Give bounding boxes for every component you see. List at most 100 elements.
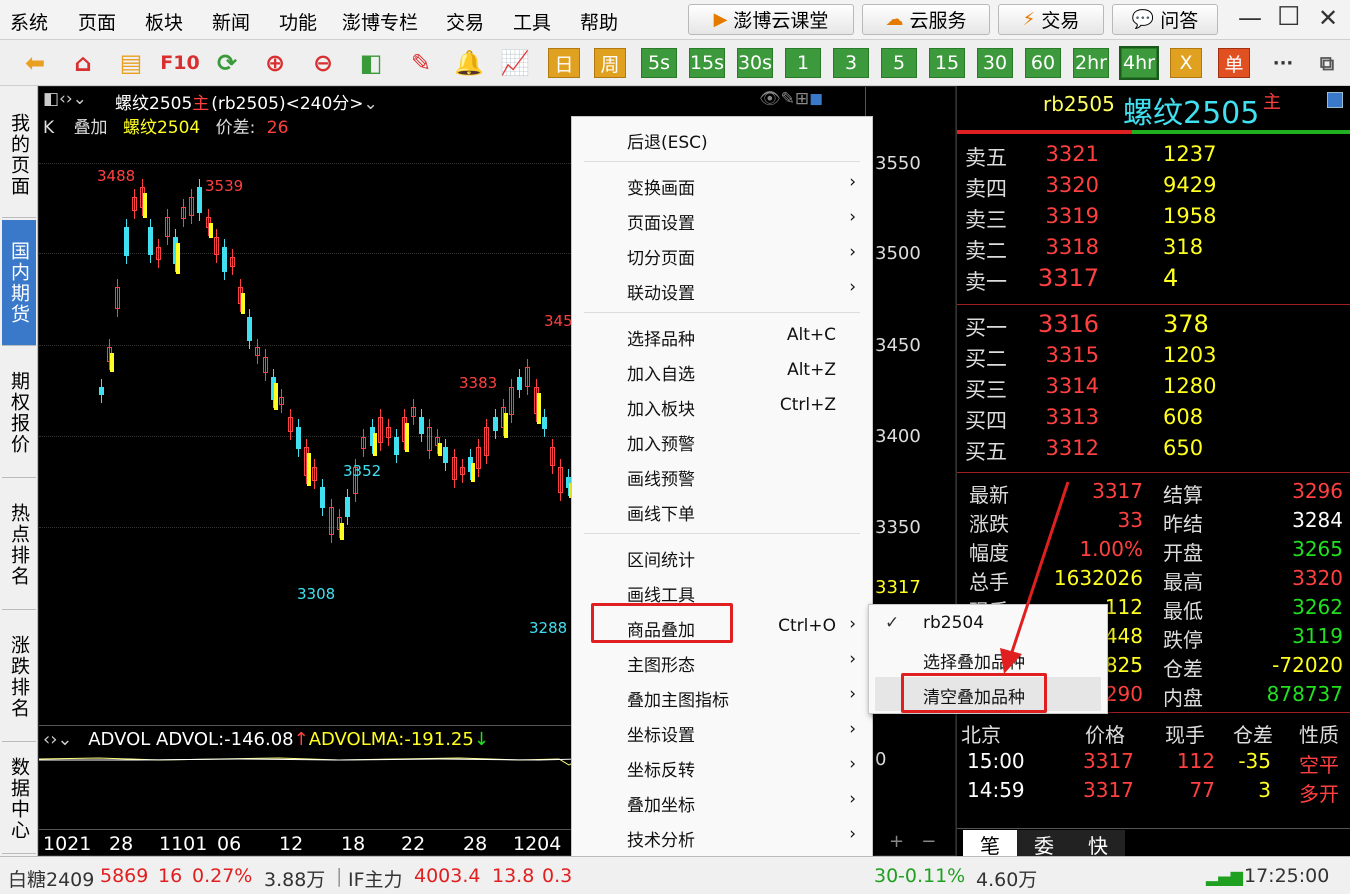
pen-icon[interactable]: ✎ xyxy=(404,48,438,78)
maximize-icon[interactable]: ☐ xyxy=(1277,2,1300,32)
menu-function[interactable]: 功能 xyxy=(279,8,317,35)
book-price[interactable]: 3315 xyxy=(1019,343,1099,367)
book-price[interactable]: 3316 xyxy=(1019,310,1099,338)
trend-icon[interactable]: 📈 xyxy=(498,48,532,78)
menu-system[interactable]: 系统 xyxy=(10,8,48,35)
ctx-menu-item[interactable]: 画线下单 xyxy=(572,493,872,528)
menu-trade[interactable]: 交易 xyxy=(446,8,484,35)
ctx-menu-item[interactable]: 坐标反转 › xyxy=(572,749,872,784)
book-price[interactable]: 3319 xyxy=(1019,204,1099,228)
x-button[interactable]: X xyxy=(1170,48,1202,78)
tab-fast[interactable]: 快 xyxy=(1071,830,1125,858)
notes-icon[interactable]: ▤ xyxy=(114,48,148,78)
book-price[interactable]: 3314 xyxy=(1019,374,1099,398)
window-switch-icon[interactable]: ⧉ xyxy=(1310,48,1344,78)
order-button[interactable]: 单 xyxy=(1218,48,1250,78)
candlestick xyxy=(517,377,523,390)
interval-1[interactable]: 1 xyxy=(785,48,821,78)
panel-toggle-icon[interactable] xyxy=(1327,92,1343,108)
book-price[interactable]: 3318 xyxy=(1019,235,1099,259)
ctx-menu-item[interactable]: 主图形态 › xyxy=(572,644,872,679)
day-period-button[interactable]: 日 xyxy=(548,48,580,78)
book-price[interactable]: 3320 xyxy=(1019,173,1099,197)
ticker-name[interactable]: IF主力 xyxy=(348,865,403,892)
book-price[interactable]: 3312 xyxy=(1019,436,1099,460)
cloud-service-button[interactable]: ☁ 云服务 xyxy=(862,4,990,35)
ctx-menu-item[interactable]: 画线预警 xyxy=(572,458,872,493)
ctx-menu-item[interactable]: 区间统计 xyxy=(572,539,872,574)
sidebar-tab-my-page[interactable]: 我的页面 xyxy=(2,92,36,218)
menu-column[interactable]: 澎博专栏 xyxy=(342,8,418,35)
menu-tools[interactable]: 工具 xyxy=(513,8,551,35)
xaxis-tick: 06 xyxy=(217,833,242,855)
ctx-menu-item[interactable]: 加入自选 Alt+Z xyxy=(572,353,872,388)
ctx-menu-item[interactable]: 技术分析 › xyxy=(572,819,872,854)
week-period-button[interactable]: 周 xyxy=(594,48,626,78)
interval-2hr[interactable]: 2hr xyxy=(1073,48,1109,78)
more-icon[interactable]: ··· xyxy=(1266,48,1300,78)
tab-trades[interactable]: 笔 xyxy=(963,830,1017,858)
tick-oi: 3 xyxy=(1258,778,1271,802)
interval-60[interactable]: 60 xyxy=(1025,48,1061,78)
candlestick xyxy=(246,317,252,341)
submenu-item-rb2504[interactable]: rb2504 xyxy=(923,613,984,633)
sidebar-tab-hot-rank[interactable]: 热点排名 xyxy=(2,480,36,610)
menu-sector[interactable]: 板块 xyxy=(145,8,183,35)
ctx-menu-item[interactable]: 后退(ESC) xyxy=(572,121,872,156)
interval-30s[interactable]: 30s xyxy=(737,48,773,78)
interval-5s[interactable]: 5s xyxy=(641,48,677,78)
refresh-icon[interactable]: ⟳ xyxy=(210,48,244,78)
low-annotation: 3352 xyxy=(343,462,382,480)
interval-15[interactable]: 15 xyxy=(929,48,965,78)
stat-label: 内盘 xyxy=(1163,686,1203,710)
close-icon[interactable]: ✕ xyxy=(1318,4,1338,32)
ctx-menu-item[interactable]: 叠加坐标 › xyxy=(572,784,872,819)
ctx-menu-item[interactable]: 变换画面 › xyxy=(572,167,872,202)
tab-orders[interactable]: 委 xyxy=(1017,830,1071,858)
qa-button[interactable]: 💬 问答 xyxy=(1112,4,1218,35)
ctx-menu-item[interactable]: 叠加主图指标 › xyxy=(572,679,872,714)
ctx-menu-item[interactable]: 加入预警 xyxy=(572,423,872,458)
zoom-out-icon[interactable]: ⊖ xyxy=(306,48,340,78)
overlay-candle xyxy=(143,193,147,218)
interval-5[interactable]: 5 xyxy=(881,48,917,78)
overlay-candle xyxy=(241,293,246,314)
minimize-icon[interactable]: — xyxy=(1238,4,1262,32)
menu-page[interactable]: 页面 xyxy=(78,8,116,35)
bell-icon[interactable]: 🔔 xyxy=(452,48,486,78)
book-price[interactable]: 3317 xyxy=(1019,264,1099,292)
ctx-menu-item[interactable]: 坐标设置 › xyxy=(572,714,872,749)
f10-button[interactable]: F10 xyxy=(160,48,200,78)
interval-4hr[interactable]: 4hr xyxy=(1119,46,1159,80)
zoom-plus-minus[interactable]: + − xyxy=(889,831,936,852)
chevron-right-icon: › xyxy=(849,614,856,634)
interval-15s[interactable]: 15s xyxy=(689,48,725,78)
sidebar-tab-change-rank[interactable]: 涨跌排名 xyxy=(2,612,36,742)
back-arrow-icon[interactable]: ⬅ xyxy=(18,48,52,78)
home-icon[interactable]: ⌂ xyxy=(66,48,100,78)
ctx-menu-item[interactable]: 联动设置 › xyxy=(572,272,872,307)
ctx-menu-label: 技术分析 xyxy=(627,831,695,851)
book-volume: 650 xyxy=(1163,436,1204,460)
chart-tools-icons[interactable]: 👁✎⊞◼ xyxy=(759,89,823,109)
book-price[interactable]: 3321 xyxy=(1019,142,1099,166)
book-price[interactable]: 3313 xyxy=(1019,405,1099,429)
ctx-menu-item[interactable]: 加入板块 Ctrl+Z xyxy=(572,388,872,423)
ctx-menu-item[interactable]: 页面设置 › xyxy=(572,202,872,237)
sidebar-tab-domestic-futures[interactable]: 国内期货 xyxy=(2,220,36,346)
stat-value: 878737 xyxy=(1266,682,1343,706)
trade-button[interactable]: ⚡ 交易 xyxy=(998,4,1104,35)
menu-news[interactable]: 新闻 xyxy=(212,8,250,35)
ticker-name[interactable]: 白糖2409 xyxy=(8,865,94,892)
sidebar-tab-options[interactable]: 期权报价 xyxy=(2,348,36,478)
interval-3[interactable]: 3 xyxy=(833,48,869,78)
cloud-class-button[interactable]: ▶ 澎博云课堂 xyxy=(688,4,854,35)
windows-icon[interactable]: ◧ xyxy=(354,48,388,78)
current-price-label: 3317 xyxy=(875,577,921,598)
interval-30[interactable]: 30 xyxy=(977,48,1013,78)
ctx-menu-item[interactable]: 切分页面 › xyxy=(572,237,872,272)
sidebar-tab-data-center[interactable]: 数据中心 xyxy=(2,744,36,854)
zoom-in-icon[interactable]: ⊕ xyxy=(258,48,292,78)
menu-help[interactable]: 帮助 xyxy=(580,8,618,35)
ctx-menu-item[interactable]: 选择品种 Alt+C xyxy=(572,318,872,353)
